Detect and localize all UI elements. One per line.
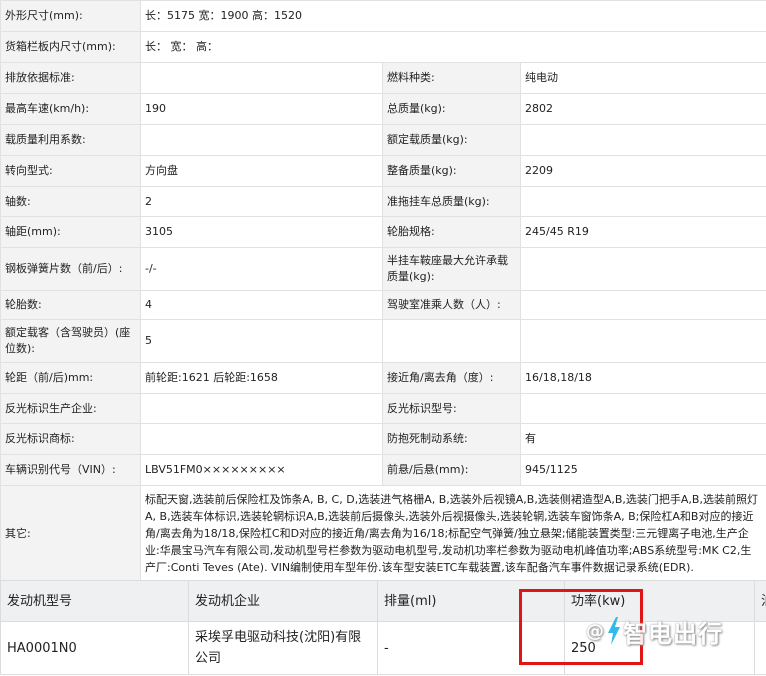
spec-label: 轮胎规格: — [382, 216, 521, 248]
spec-label: 防抱死制动系统: — [382, 423, 521, 455]
watermark-at: @ — [586, 620, 605, 642]
spec-value — [520, 290, 766, 320]
spec-label: 前悬/后悬(mm): — [382, 454, 521, 486]
column-header: 发动机型号 — [0, 580, 189, 622]
vehicle-spec-table: 外形尺寸(mm): 长：5175 宽：1900 高：1520 货箱栏板内尺寸(m… — [0, 0, 766, 582]
spec-label: 车辆识别代号（VIN）: — [0, 454, 141, 486]
spec-label: 最高车速(km/h): — [0, 93, 141, 125]
spec-value: LBV51FM0××××××××× — [140, 454, 383, 486]
spec-row-cargo-box: 货箱栏板内尺寸(mm): 长： 宽： 高： — [0, 31, 766, 63]
spec-value — [520, 319, 766, 363]
spec-label: 额定载客（含驾驶员）(座位数): — [0, 319, 141, 363]
spec-value: 长：5175 宽：1900 高：1520 — [140, 0, 766, 32]
fuel-cell — [754, 621, 766, 675]
engine-model-cell: HA0001N0 — [0, 621, 189, 675]
spec-row: 额定载客（含驾驶员）(座位数): 5 — [0, 319, 766, 363]
spec-label: 准拖挂车总质量(kg): — [382, 186, 521, 217]
spec-value — [140, 124, 383, 156]
spec-label: 货箱栏板内尺寸(mm): — [0, 31, 141, 63]
spec-value: 16/18,18/18 — [520, 362, 766, 394]
spec-row-other: 其它: 标配天窗,选装前后保险杠及饰条A, B, C, D,选装进气格栅A, B… — [0, 485, 766, 582]
spec-row: 车辆识别代号（VIN）: LBV51FM0××××××××× 前悬/后悬(mm)… — [0, 454, 766, 486]
spec-row: 转向型式: 方向盘 整备质量(kg): 2209 — [0, 155, 766, 187]
spec-label: 排放依据标准: — [0, 62, 141, 94]
spec-label: 载质量利用系数: — [0, 124, 141, 156]
displacement-cell: - — [377, 621, 565, 675]
spec-row-dimensions: 外形尺寸(mm): 长：5175 宽：1900 高：1520 — [0, 0, 766, 32]
spec-label: 轴数: — [0, 186, 141, 217]
column-header: 油 — [754, 580, 766, 622]
spec-value — [520, 186, 766, 217]
spec-value: 2209 — [520, 155, 766, 187]
spec-value: 5 — [140, 319, 383, 363]
column-header: 发动机企业 — [188, 580, 378, 622]
spec-value: 245/45 R19 — [520, 216, 766, 248]
spec-row: 轴数: 2 准拖挂车总质量(kg): — [0, 186, 766, 217]
spec-label: 驾驶室准乘人数（人）: — [382, 290, 521, 320]
spec-label: 转向型式: — [0, 155, 141, 187]
watermark-text: 智电出行 — [623, 619, 723, 648]
spec-value — [140, 423, 383, 455]
lightning-bolt-icon — [608, 617, 620, 645]
spec-label: 燃料种类: — [382, 62, 521, 94]
spec-row: 载质量利用系数: 额定载质量(kg): — [0, 124, 766, 156]
column-header: 排量(ml) — [377, 580, 565, 622]
spec-row: 轴距(mm): 3105 轮胎规格: 245/45 R19 — [0, 216, 766, 248]
spec-label: 钢板弹簧片数（前/后）: — [0, 247, 141, 291]
spec-row: 排放依据标准: 燃料种类: 纯电动 — [0, 62, 766, 94]
spec-value: 945/1125 — [520, 454, 766, 486]
spec-label: 半挂车鞍座最大允许承载质量(kg): — [382, 247, 521, 291]
spec-value: 前轮距:1621 后轮距:1658 — [140, 362, 383, 394]
spec-value — [520, 124, 766, 156]
spec-value: 2802 — [520, 93, 766, 125]
spec-label — [382, 319, 521, 363]
spec-value — [520, 247, 766, 291]
spec-value: 方向盘 — [140, 155, 383, 187]
spec-value: 4 — [140, 290, 383, 320]
spec-label: 额定载质量(kg): — [382, 124, 521, 156]
spec-label: 反光标识商标: — [0, 423, 141, 455]
other-notes-text: 标配天窗,选装前后保险杠及饰条A, B, C, D,选装进气格栅A, B,选装外… — [140, 485, 766, 582]
spec-value: -/- — [140, 247, 383, 291]
spec-label: 整备质量(kg): — [382, 155, 521, 187]
spec-label: 轴距(mm): — [0, 216, 141, 248]
spec-value — [520, 393, 766, 424]
spec-label: 外形尺寸(mm): — [0, 0, 141, 32]
spec-label: 轮胎数: — [0, 290, 141, 320]
spec-label: 接近角/离去角（度）: — [382, 362, 521, 394]
spec-row: 轮距（前/后)mm: 前轮距:1621 后轮距:1658 接近角/离去角（度）:… — [0, 362, 766, 394]
spec-label: 反光标识型号: — [382, 393, 521, 424]
spec-row: 最高车速(km/h): 190 总质量(kg): 2802 — [0, 93, 766, 125]
spec-row: 轮胎数: 4 驾驶室准乘人数（人）: — [0, 290, 766, 320]
spec-row: 反光标识商标: 防抱死制动系统: 有 — [0, 423, 766, 455]
spec-value — [140, 62, 383, 94]
spec-value: 纯电动 — [520, 62, 766, 94]
spec-label: 轮距（前/后)mm: — [0, 362, 141, 394]
spec-label: 其它: — [0, 485, 141, 582]
spec-value: 190 — [140, 93, 383, 125]
engine-company-cell: 采埃孚电驱动科技(沈阳)有限公司 — [188, 621, 378, 675]
spec-label: 反光标识生产企业: — [0, 393, 141, 424]
spec-value — [140, 393, 383, 424]
spec-value: 3105 — [140, 216, 383, 248]
watermark: @ 智电出行 — [586, 614, 723, 648]
spec-value: 长： 宽： 高： — [140, 31, 766, 63]
spec-row: 钢板弹簧片数（前/后）: -/- 半挂车鞍座最大允许承载质量(kg): — [0, 247, 766, 291]
spec-label: 总质量(kg): — [382, 93, 521, 125]
spec-row: 反光标识生产企业: 反光标识型号: — [0, 393, 766, 424]
spec-value: 有 — [520, 423, 766, 455]
spec-value: 2 — [140, 186, 383, 217]
